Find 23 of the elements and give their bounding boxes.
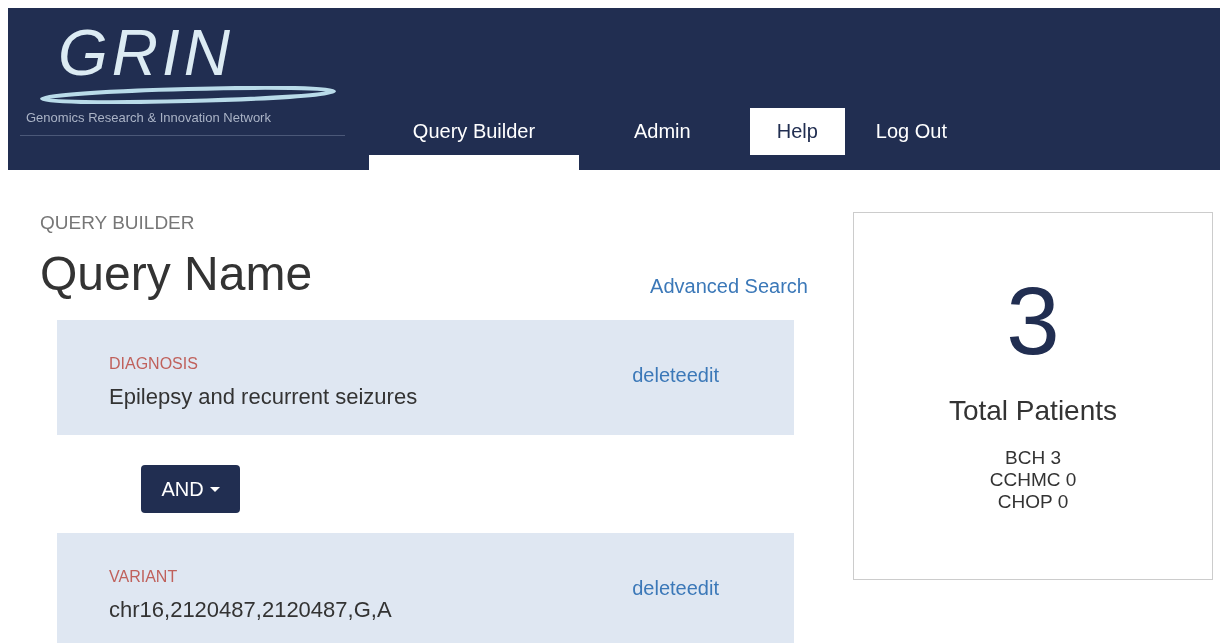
nav-tab[interactable]: Log Out [858,108,964,155]
delete-edit-link[interactable]: deleteedit [632,577,719,643]
criterion-category: VARIANT [109,567,179,587]
advanced-search-link[interactable]: Advanced Search [650,275,808,298]
delete-edit-link[interactable]: deleteedit [632,364,719,435]
nav-tab[interactable]: Admin [617,108,708,155]
site-count: CHOP 0 [997,491,1069,513]
criterion-value: Epilepsy and recurrent seizures [109,384,418,410]
logo-subtitle: Genomics Research & Innovation Network [26,110,271,125]
criterion-value: chr16,2120487,2120487,G,A [109,597,392,623]
criterion-category: DIAGNOSIS [109,354,199,374]
nav-tab[interactable]: Query Builder [369,108,579,170]
operator-dropdown[interactable]: AND [141,465,240,513]
section-label: QUERY BUILDER [40,212,196,234]
nav-tab[interactable]: Help [749,108,845,155]
query-name: Query Name [40,246,313,302]
caret-icon [209,486,220,492]
site-count: CCHMC 0 [989,469,1077,491]
site-count: BCH 3 [1005,447,1061,469]
total-patients-label: Total Patients [948,395,1118,427]
orbit-swoosh-icon [38,86,338,104]
logo-title: GRIN [58,22,234,84]
patient-count: 3 [1006,271,1060,371]
